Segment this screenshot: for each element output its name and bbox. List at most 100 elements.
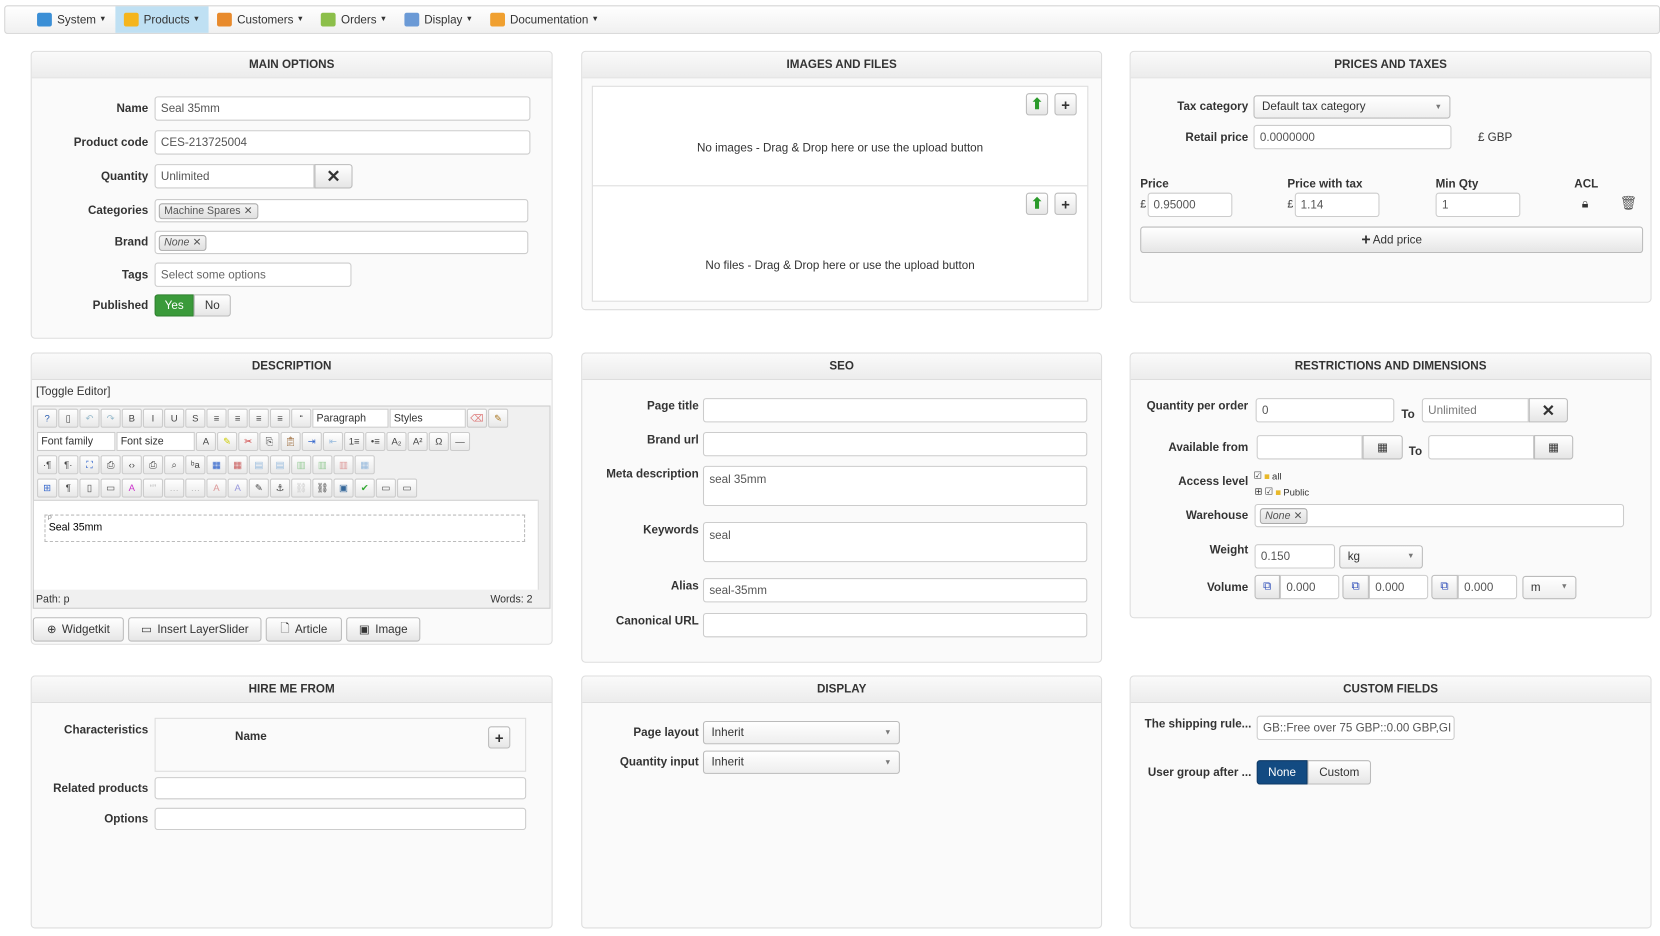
justify-icon[interactable]: ≡ [206,408,227,428]
hr-icon[interactable]: — [449,431,471,452]
published-yes-button[interactable]: Yes [154,294,194,317]
product-code-input[interactable]: CES-213725004 [154,130,531,155]
align-right-icon[interactable]: ≡ [269,408,291,428]
visual-aid-icon[interactable]: ⊞ [37,478,58,498]
unlink-icon[interactable]: ⛓ [291,478,312,498]
blockquote-icon[interactable]: “ [291,408,312,428]
menu-orders[interactable]: Orders ▼ [312,6,395,32]
preview-icon[interactable]: ⎙ [100,455,121,475]
available-to-input[interactable] [1428,435,1535,460]
row-before-icon[interactable]: ▤ [248,455,269,475]
col-after-icon[interactable]: ▥ [312,455,333,475]
quantity-input-select[interactable]: Inherit ▼ [702,750,900,774]
lock-icon[interactable]: 🔒︎ [1582,196,1589,212]
calendar-icon[interactable]: ▦ [1362,435,1403,460]
italic-icon[interactable]: I [142,408,164,428]
expand-icon[interactable]: ⊞ [1255,486,1263,498]
brand-url-input[interactable] [702,431,1088,457]
checkbox-all[interactable]: ☑ [1254,470,1263,482]
copy-icon[interactable]: ⎘ [259,431,280,452]
underline-icon[interactable]: U [164,408,185,428]
del-icon[interactable]: A [206,478,227,498]
charmap-icon[interactable]: Ω [428,431,449,452]
eraser-icon[interactable]: ⌫ [466,408,488,428]
add-file-icon[interactable]: + [1054,192,1077,215]
published-no-button[interactable]: No [193,294,231,317]
paste-icon[interactable]: 📋︎ [280,431,301,452]
remove-tag-icon[interactable]: ✕ [244,205,253,217]
absolute-icon[interactable]: ▭ [397,478,418,498]
weight-unit-select[interactable]: kg ▼ [1339,544,1423,568]
page-title-input[interactable] [702,398,1088,423]
row-after-icon[interactable]: ▤ [269,455,291,475]
remove-tag-icon[interactable]: ✕ [1294,510,1303,522]
checkbox-public[interactable]: ☑ [1265,486,1274,498]
add-price-button[interactable]: + Add price [1140,226,1644,254]
font-size-select[interactable]: Font size [116,431,195,452]
image-button[interactable]: ▣ Image [346,617,421,642]
options-input[interactable] [154,807,527,831]
insert-layerslider-button[interactable]: ▭ Insert LayerSlider [128,617,262,642]
add-characteristic-button[interactable]: + [488,726,511,749]
styles-select[interactable]: Styles [389,408,466,428]
available-from-input[interactable] [1256,435,1363,460]
numbered-list-icon[interactable]: 1≡ [344,431,365,452]
highlight-icon[interactable]: ✎ [217,431,238,452]
abbr-icon[interactable]: … [164,478,185,498]
brand-input[interactable]: None ✕ [154,230,529,255]
undo-icon[interactable]: ↶ [79,408,100,428]
print-icon[interactable]: ⎙ [142,455,164,475]
page-layout-select[interactable]: Inherit ▼ [702,720,900,745]
subscript-icon[interactable]: A₂ [386,431,407,452]
outdent-icon[interactable]: ⇤ [322,431,344,452]
text-color-icon[interactable]: A [195,431,216,452]
bold-icon[interactable]: B [121,408,142,428]
add-image-icon[interactable]: + [1054,93,1077,116]
font-family-select[interactable]: Font family [37,431,116,452]
upload-image-icon[interactable]: ⬆ [1025,93,1049,116]
alias-input[interactable]: seal-35mm [702,578,1088,603]
volume-unit-select[interactable]: m ▼ [1522,575,1577,599]
height-input[interactable]: 0.000 [1457,574,1518,600]
categories-input[interactable]: Machine Spares ✕ [154,199,529,223]
delete-col-icon[interactable]: ▥ [333,455,354,475]
find-icon[interactable]: ⌕ [164,455,185,475]
table-icon[interactable]: ▦ [206,455,227,475]
canonical-url-input[interactable] [702,612,1088,638]
menu-products[interactable]: Products ▼ [115,6,209,33]
shipping-rule-input[interactable]: GB::Free over 75 GBP::0.00 GBP,GI [1256,715,1455,741]
cut-icon[interactable]: ✂ [238,431,259,452]
qty-per-order-input[interactable]: 0 [1255,398,1395,423]
clear-quantity-button[interactable]: ✕ [314,164,353,189]
editor-content-area[interactable]: P Seal 35mm [33,499,538,590]
toggle-editor-link[interactable]: [Toggle Editor] [36,385,110,398]
align-left-icon[interactable]: ≡ [248,408,269,428]
ltr-icon[interactable]: ·¶ [37,455,58,475]
brush-icon[interactable]: ✎ [488,408,509,428]
quantity-input[interactable]: Unlimited [154,164,315,189]
length-input[interactable]: 0.000 [1279,574,1340,600]
new-document-icon[interactable]: ▯ [58,408,79,428]
indent-icon[interactable]: ⇥ [301,431,322,452]
page-icon[interactable]: ▯ [79,478,100,498]
price-input[interactable]: 0.95000 [1147,192,1232,218]
merge-icon[interactable]: ▦ [354,455,375,475]
menu-system[interactable]: System ▼ [29,6,115,32]
styles-icon[interactable]: A [121,478,142,498]
weight-input[interactable]: 0.150 [1254,544,1336,569]
remove-tag-icon[interactable]: ✕ [193,237,202,249]
related-products-input[interactable] [154,777,527,800]
attribs-icon[interactable]: ✎ [248,478,269,498]
code-icon[interactable]: ‹› [121,455,142,475]
menu-documentation[interactable]: Documentation ▼ [481,6,607,32]
widgetkit-button[interactable]: ⊕ Widgetkit [32,617,124,642]
redo-icon[interactable]: ↷ [100,408,121,428]
pilcrow-icon[interactable]: ¶ [58,478,79,498]
upload-file-icon[interactable]: ⬆ [1025,192,1049,215]
help-icon[interactable]: ? [37,408,58,428]
editor-scrollbar[interactable] [537,499,550,590]
tax-category-select[interactable]: Default tax category ▼ [1253,95,1451,119]
price-with-tax-input[interactable]: 1.14 [1294,192,1380,218]
calendar-icon[interactable]: ▦ [1534,435,1574,460]
strikethrough-icon[interactable]: S [185,408,206,428]
